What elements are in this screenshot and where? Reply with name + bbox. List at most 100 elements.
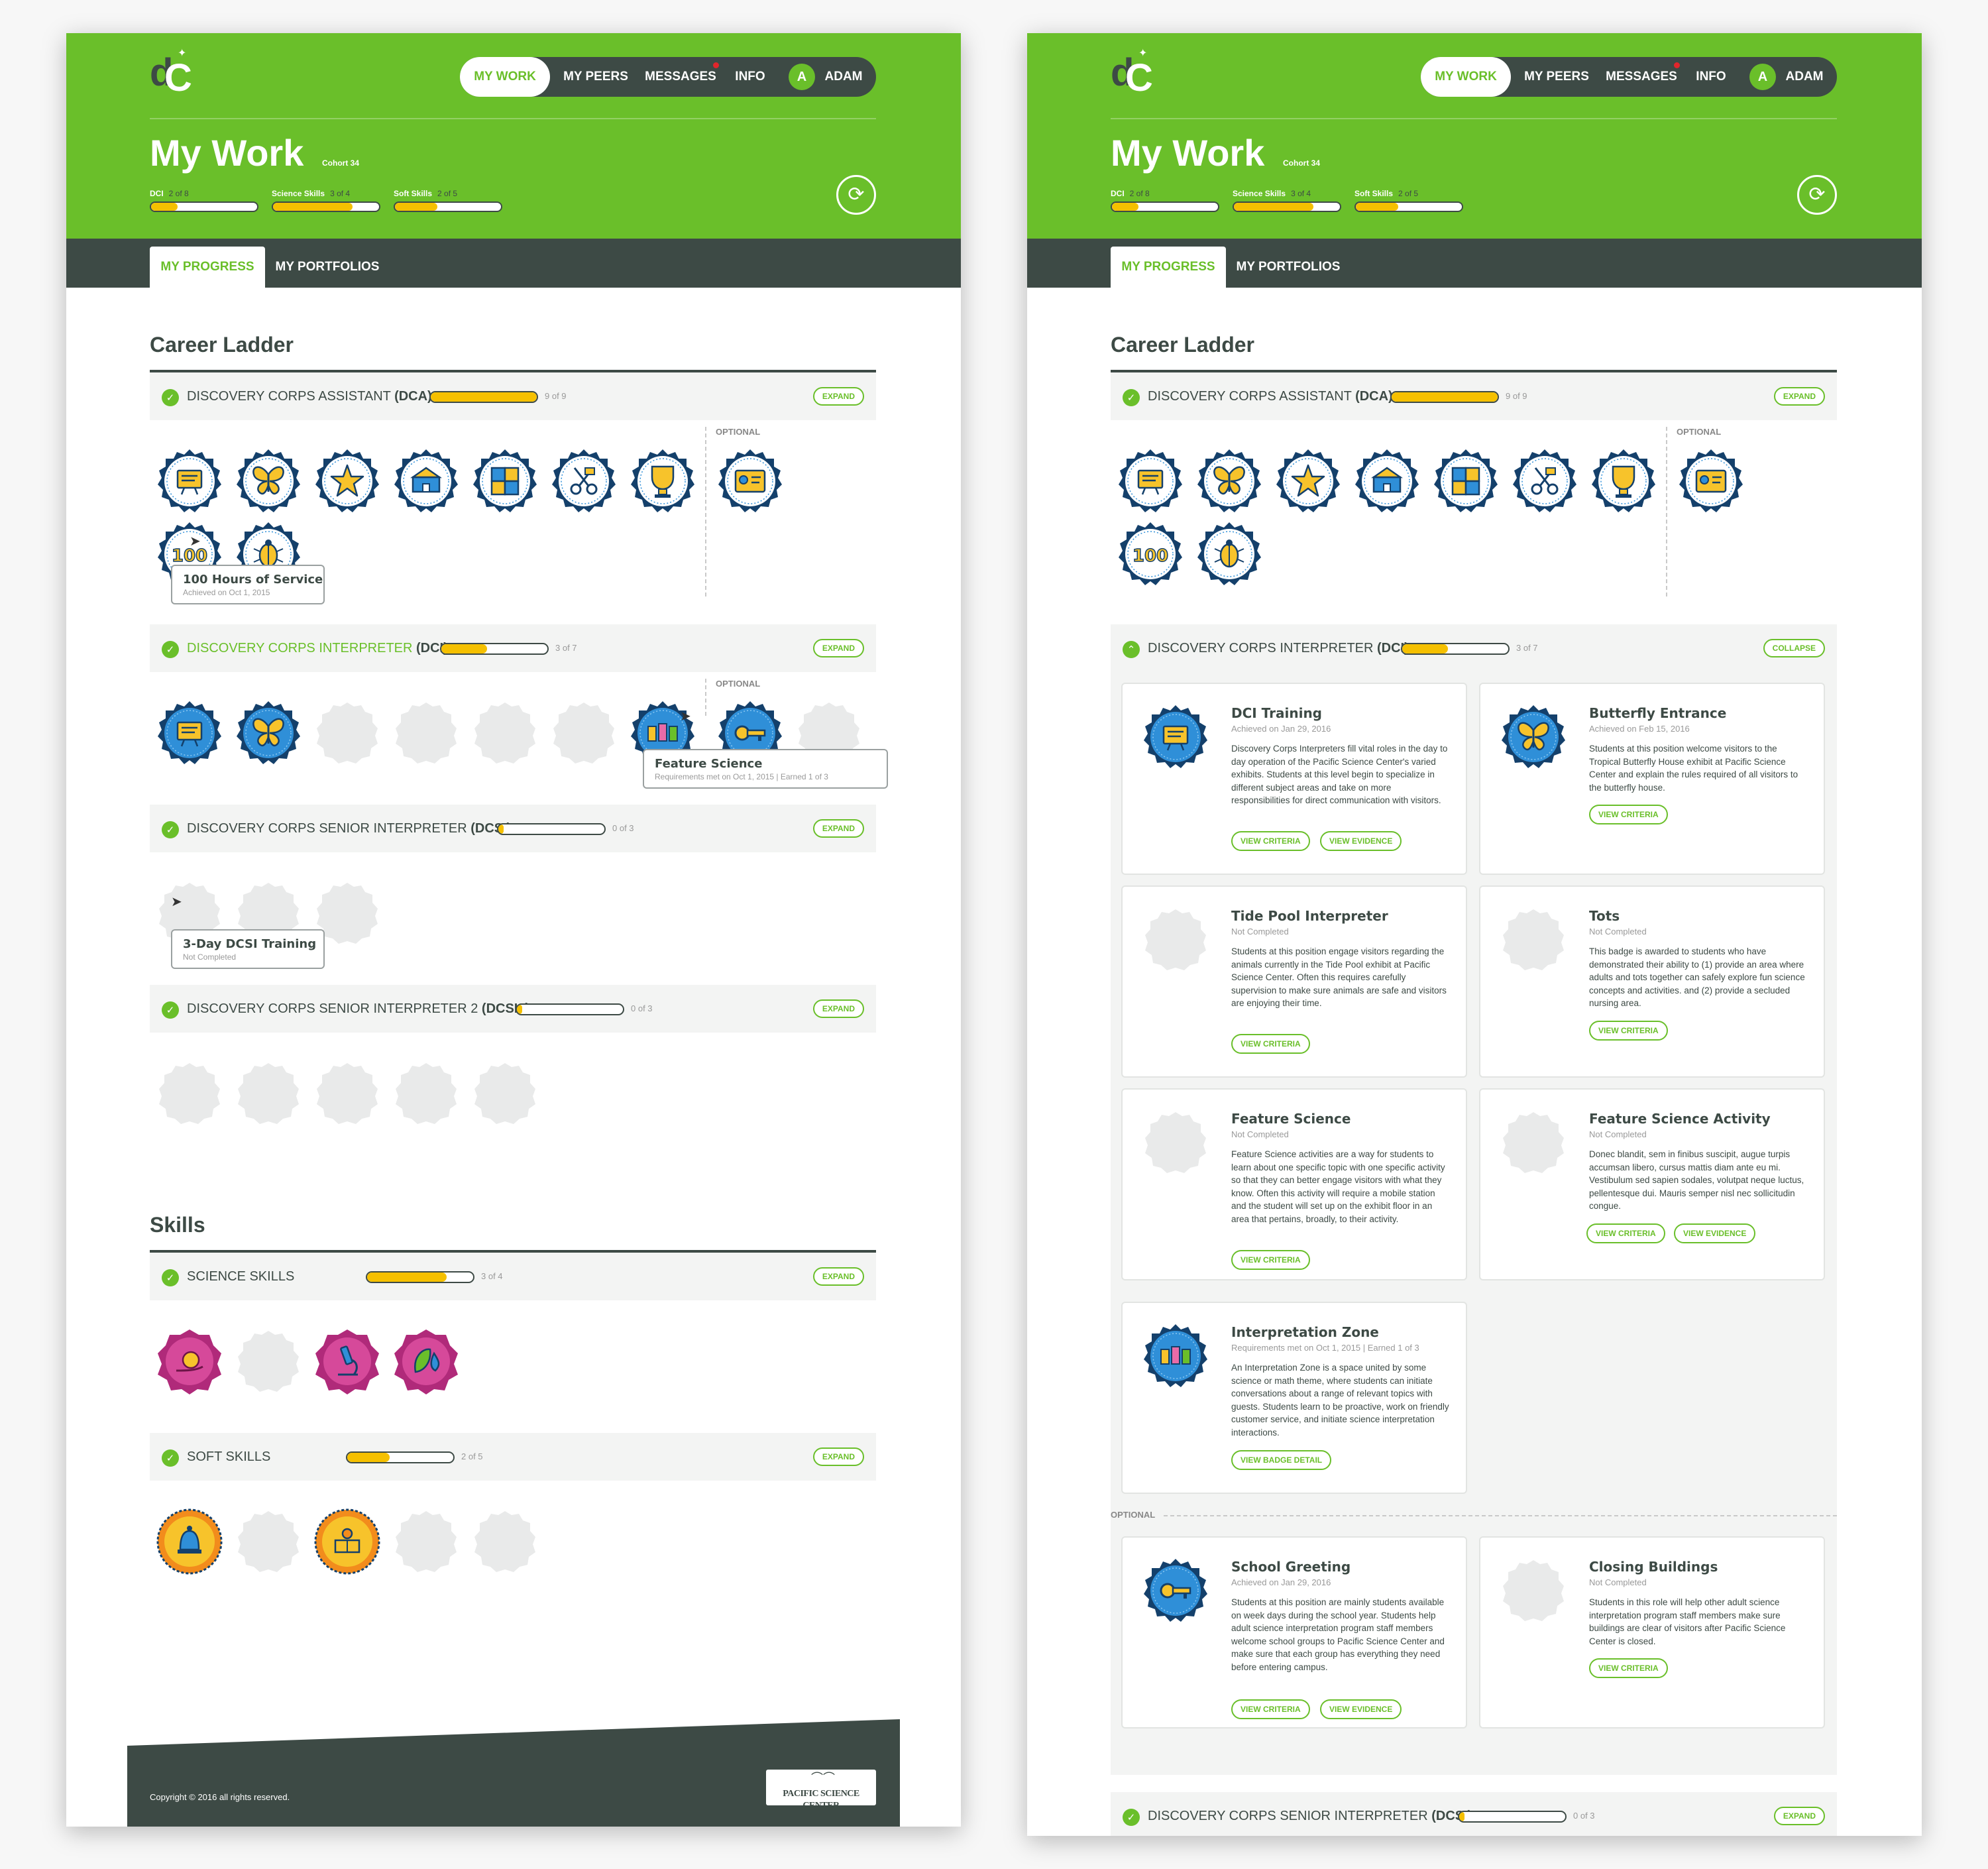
view-criteria-button[interactable]: VIEW CRITERIA <box>1231 1699 1310 1719</box>
nav-info[interactable]: INFO <box>725 57 775 97</box>
badge-puzzle[interactable] <box>472 448 538 514</box>
view-evidence-button[interactable]: VIEW EVIDENCE <box>1674 1223 1756 1243</box>
badge-card[interactable]: Closing Buildings Not Completed Students… <box>1479 1536 1825 1728</box>
badge-science-snail[interactable] <box>156 1328 223 1394</box>
badge-dci-training[interactable] <box>156 448 223 514</box>
view-badge-detail-button[interactable]: VIEW BADGE DETAIL <box>1231 1450 1332 1470</box>
check-icon: ✓ <box>162 1001 179 1019</box>
ladder-progress-fill <box>1402 644 1448 653</box>
badge-card[interactable]: Feature Science Not Completed Feature Sc… <box>1121 1088 1467 1280</box>
ladder-row-dcsi2[interactable]: ✓ DISCOVERY CORPS SENIOR INTERPRETER 2 (… <box>150 985 876 1033</box>
dc-logo[interactable]: d C ✦ <box>1111 45 1153 99</box>
badge-empty[interactable] <box>472 700 538 766</box>
nav-messages[interactable]: MESSAGES <box>643 57 718 97</box>
nav-my-work[interactable]: MY WORK <box>460 57 550 97</box>
badge-scissors[interactable] <box>551 448 617 514</box>
badge-empty[interactable] <box>472 1060 538 1127</box>
badge-empty[interactable] <box>393 700 459 766</box>
expand-button[interactable]: EXPAND <box>812 819 864 838</box>
ladder-row-dca[interactable]: ✓ DISCOVERY CORPS ASSISTANT (DCA) 9 of 9… <box>150 372 876 420</box>
badge-empty[interactable] <box>314 1060 380 1127</box>
skill-row-science[interactable]: ✓ SCIENCE SKILLS 3 of 4 EXPAND <box>150 1253 876 1300</box>
badge-butterfly[interactable] <box>1196 448 1262 514</box>
expand-button[interactable]: EXPAND <box>1773 387 1825 406</box>
expand-button[interactable]: EXPAND <box>812 387 864 406</box>
badge-puzzle[interactable] <box>1433 448 1499 514</box>
badge-empty[interactable] <box>393 1508 459 1575</box>
badge-id-card[interactable] <box>717 448 783 514</box>
ladder-row-dcsi[interactable]: ✓ DISCOVERY CORPS SENIOR INTERPRETER (DC… <box>150 805 876 852</box>
badge-card[interactable]: Butterfly Entrance Achieved on Feb 15, 2… <box>1479 683 1825 875</box>
tab-my-progress[interactable]: MY PROGRESS <box>150 247 265 288</box>
badge-butterfly[interactable] <box>235 448 302 514</box>
view-criteria-button[interactable]: VIEW CRITERIA <box>1589 1658 1668 1678</box>
badge-empty[interactable] <box>551 700 617 766</box>
view-evidence-button[interactable]: VIEW EVIDENCE <box>1320 831 1402 851</box>
collapse-button[interactable]: COLLAPSE <box>1763 639 1825 657</box>
refresh-icon[interactable]: ⟳ <box>1797 175 1837 215</box>
badge-empty[interactable] <box>156 1060 223 1127</box>
refresh-icon[interactable]: ⟳ <box>836 175 876 215</box>
badge-scissors[interactable] <box>1512 448 1578 514</box>
expand-button[interactable]: EXPAND <box>812 999 864 1018</box>
badge-card[interactable]: Feature Science Activity Not Completed D… <box>1479 1088 1825 1280</box>
badge-science-leaf[interactable] <box>393 1328 459 1394</box>
badge-trophy[interactable] <box>630 448 696 514</box>
view-criteria-button[interactable]: VIEW CRITERIA <box>1589 805 1668 824</box>
badge-empty[interactable] <box>393 1060 459 1127</box>
view-evidence-button[interactable]: VIEW EVIDENCE <box>1320 1699 1402 1719</box>
badge-building[interactable] <box>393 448 459 514</box>
badge-empty[interactable] <box>314 700 380 766</box>
badge-soft-reader[interactable] <box>314 1508 380 1575</box>
avatar[interactable]: A <box>1749 64 1776 90</box>
ladder-row-dcsi[interactable]: ✓ DISCOVERY CORPS SENIOR INTERPRETER (DC… <box>1111 1792 1837 1836</box>
skill-row-soft[interactable]: ✓ SOFT SKILLS 2 of 5 EXPAND <box>150 1433 876 1481</box>
nav-info[interactable]: INFO <box>1686 57 1736 97</box>
badge-empty[interactable] <box>235 1508 302 1575</box>
expand-button[interactable]: EXPAND <box>812 1447 864 1466</box>
badge-dci-training[interactable] <box>156 700 223 766</box>
badge-soft-bell[interactable] <box>156 1508 223 1575</box>
badge-card[interactable]: DCI Training Achieved on Jan 29, 2016 Di… <box>1121 683 1467 875</box>
badge-empty[interactable] <box>235 1328 302 1394</box>
nav-messages[interactable]: MESSAGES <box>1604 57 1679 97</box>
nav-my-peers[interactable]: MY PEERS <box>1518 57 1596 97</box>
badge-starfish[interactable] <box>314 448 380 514</box>
tab-my-progress[interactable]: MY PROGRESS <box>1111 247 1226 288</box>
expand-button[interactable]: EXPAND <box>1773 1807 1825 1825</box>
badge-beetle[interactable] <box>1196 521 1262 587</box>
view-criteria-button[interactable]: VIEW CRITERIA <box>1231 1250 1310 1270</box>
nav-my-work[interactable]: MY WORK <box>1421 57 1511 97</box>
ladder-row-dci[interactable]: ✓ DISCOVERY CORPS INTERPRETER (DCI) 3 of… <box>150 624 876 672</box>
badge-trophy[interactable] <box>1590 448 1657 514</box>
view-criteria-button[interactable]: VIEW CRITERIA <box>1231 1034 1310 1054</box>
expand-button[interactable]: EXPAND <box>812 1267 864 1286</box>
dc-logo[interactable]: d C ✦ <box>150 45 192 99</box>
nav-my-peers[interactable]: MY PEERS <box>557 57 635 97</box>
avatar[interactable]: A <box>789 64 815 90</box>
tab-my-portfolios[interactable]: MY PORTFOLIOS <box>1231 247 1345 288</box>
ladder-row-dca[interactable]: ✓ DISCOVERY CORPS ASSISTANT (DCA) 9 of 9… <box>1111 372 1837 420</box>
nav-user-name[interactable]: ADAM <box>1779 57 1830 97</box>
ladder-row-dci[interactable]: ⌃ DISCOVERY CORPS INTERPRETER (DCI) 3 of… <box>1111 624 1837 672</box>
expand-button[interactable]: EXPAND <box>812 639 864 657</box>
badge-empty[interactable] <box>472 1508 538 1575</box>
badge-dci-training[interactable] <box>1117 448 1184 514</box>
badge-building[interactable] <box>1354 448 1420 514</box>
view-criteria-button[interactable]: VIEW CRITERIA <box>1586 1223 1665 1243</box>
tab-my-portfolios[interactable]: MY PORTFOLIOS <box>270 247 384 288</box>
badge-id-card[interactable] <box>1678 448 1744 514</box>
badge-card[interactable]: Tide Pool Interpreter Not Completed Stud… <box>1121 885 1467 1078</box>
view-criteria-button[interactable]: VIEW CRITERIA <box>1231 831 1310 851</box>
nav-user-name[interactable]: ADAM <box>818 57 869 97</box>
badge-empty[interactable] <box>235 1060 302 1127</box>
badge-card[interactable]: School Greeting Achieved on Jan 29, 2016… <box>1121 1536 1467 1728</box>
badge-100-hours[interactable] <box>1117 521 1184 587</box>
badge-butterfly[interactable] <box>235 700 302 766</box>
badge-card[interactable]: Tots Not Completed This badge is awarded… <box>1479 885 1825 1078</box>
badge-starfish[interactable] <box>1275 448 1341 514</box>
view-criteria-button[interactable]: VIEW CRITERIA <box>1589 1021 1668 1041</box>
badge-science-microscope[interactable] <box>314 1328 380 1394</box>
badge-card[interactable]: Interpretation Zone Requirements met on … <box>1121 1302 1467 1494</box>
pacific-science-center-logo[interactable]: ⌒⌒ PACIFIC SCIENCE CENTER <box>766 1770 876 1811</box>
